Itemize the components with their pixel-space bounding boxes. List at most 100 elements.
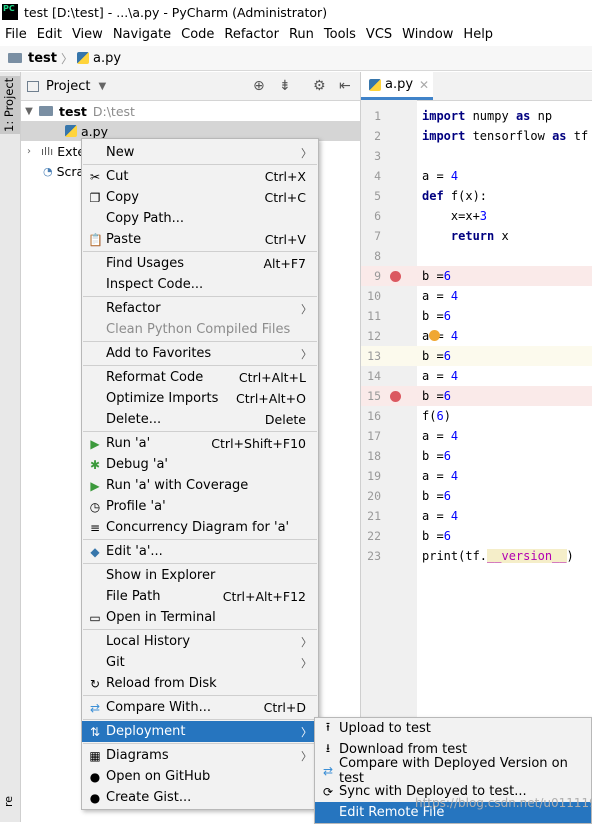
menu-item-paste[interactable]: 📋 Paste Ctrl+V [82, 229, 318, 250]
line-number[interactable]: 11 [361, 309, 381, 323]
menu-item-add-to-favorites[interactable]: Add to Favorites 〉 [82, 343, 318, 364]
menu-vcs[interactable]: VCS [366, 27, 392, 42]
menu-item-refactor[interactable]: Refactor 〉 [82, 298, 318, 319]
code-line[interactable]: 20 b =6 [361, 486, 592, 506]
code-line[interactable]: 7 return x [361, 226, 592, 246]
code-line[interactable]: 19 a = 4 [361, 466, 592, 486]
line-number[interactable]: 21 [361, 509, 381, 523]
expand-arrow-icon[interactable]: › [23, 146, 35, 157]
hide-panel-icon[interactable]: ⇤ [339, 78, 351, 94]
menu-item-run-a-with-coverage[interactable]: ▶ Run 'a' with Coverage [82, 475, 318, 496]
menu-item-show-in-explorer[interactable]: Show in Explorer [82, 565, 318, 586]
code-line[interactable]: 2 import tensorflow as tf [361, 126, 592, 146]
menu-item-run-a[interactable]: ▶ Run 'a' Ctrl+Shift+F10 [82, 433, 318, 454]
line-number[interactable]: 2 [361, 129, 381, 143]
menu-tools[interactable]: Tools [324, 27, 356, 42]
menu-file[interactable]: File [5, 27, 27, 42]
line-number[interactable]: 3 [361, 149, 381, 163]
code-line[interactable]: 6 x=x+3 [361, 206, 592, 226]
code-line[interactable]: 3 [361, 146, 592, 166]
menu-item-cut[interactable]: ✂ Cut Ctrl+X [82, 166, 318, 187]
breakpoint-icon[interactable] [390, 271, 401, 282]
menu-item-new[interactable]: New 〉 [82, 142, 318, 163]
breadcrumb-file[interactable]: a.py [93, 51, 121, 66]
menu-item-open-on-github[interactable]: ● Open on GitHub [82, 766, 318, 787]
line-number[interactable]: 4 [361, 169, 381, 183]
menu-item-copy[interactable]: ❐ Copy Ctrl+C [82, 187, 318, 208]
line-number[interactable]: 16 [361, 409, 381, 423]
menu-item-clean-python-compiled-files[interactable]: Clean Python Compiled Files [82, 319, 318, 340]
line-number[interactable]: 22 [361, 529, 381, 543]
code-line[interactable]: 10 a = 4 [361, 286, 592, 306]
code-line[interactable]: 12 a = 4 [361, 326, 592, 346]
menu-item-find-usages[interactable]: Find Usages Alt+F7 [82, 253, 318, 274]
code-line[interactable]: 23 print(tf.__version__) [361, 546, 592, 566]
line-number[interactable]: 5 [361, 189, 381, 203]
code-line[interactable]: 8 [361, 246, 592, 266]
line-number[interactable]: 12 [361, 329, 381, 343]
code-line[interactable]: 17 a = 4 [361, 426, 592, 446]
submenu-item-upload-to-test[interactable]: ⭱ Upload to test [315, 718, 591, 739]
line-number[interactable]: 19 [361, 469, 381, 483]
menu-item-reformat-code[interactable]: Reformat Code Ctrl+Alt+L [82, 367, 318, 388]
menu-help[interactable]: Help [463, 27, 493, 42]
code-line[interactable]: 4 a = 4 [361, 166, 592, 186]
menu-item-local-history[interactable]: Local History 〉 [82, 631, 318, 652]
line-number[interactable]: 8 [361, 249, 381, 263]
line-number[interactable]: 13 [361, 349, 381, 363]
code-line[interactable]: 13 b =6 [361, 346, 592, 366]
code-line[interactable]: 16 f(6) [361, 406, 592, 426]
line-number[interactable]: 1 [361, 109, 381, 123]
menu-item-edit-a[interactable]: ◆ Edit 'a'... [82, 541, 318, 562]
menu-item-profile-a[interactable]: ◷ Profile 'a' [82, 496, 318, 517]
submenu-item-compare-with-deployed-version-on-test[interactable]: ⇄ Compare with Deployed Version on test [315, 756, 591, 786]
menu-item-concurrency-diagram-for-a[interactable]: ≡ Concurrency Diagram for 'a' [82, 517, 318, 538]
line-number[interactable]: 17 [361, 429, 381, 443]
menu-navigate[interactable]: Navigate [113, 27, 171, 42]
project-tool-tab[interactable]: 1: Project [0, 76, 20, 134]
menu-view[interactable]: View [72, 27, 103, 42]
project-view-selector[interactable]: Project ▼ [27, 79, 106, 94]
menu-item-file-path[interactable]: File Path Ctrl+Alt+F12 [82, 586, 318, 607]
expand-arrow-icon[interactable]: ▼ [23, 106, 35, 117]
line-number[interactable]: 9 [361, 269, 381, 283]
code-line[interactable]: 14 a = 4 [361, 366, 592, 386]
code-line[interactable]: 5 def f(x): [361, 186, 592, 206]
menu-run[interactable]: Run [289, 27, 314, 42]
line-number[interactable]: 14 [361, 369, 381, 383]
menu-window[interactable]: Window [402, 27, 453, 42]
menu-refactor[interactable]: Refactor [224, 27, 279, 42]
line-number[interactable]: 20 [361, 489, 381, 503]
menu-item-create-gist[interactable]: ● Create Gist... [82, 787, 318, 808]
menu-item-compare-with[interactable]: ⇄ Compare With... Ctrl+D [82, 697, 318, 718]
line-number[interactable]: 6 [361, 209, 381, 223]
code-line[interactable]: 1 import numpy as np [361, 106, 592, 126]
breakpoint-icon[interactable] [390, 391, 401, 402]
line-number[interactable]: 15 [361, 389, 381, 403]
line-number[interactable]: 7 [361, 229, 381, 243]
menu-item-deployment[interactable]: ⇅ Deployment 〉 [82, 721, 318, 742]
line-number[interactable]: 18 [361, 449, 381, 463]
code-line[interactable]: 9 b =6 [361, 266, 592, 286]
code-line[interactable]: 11 b =6 [361, 306, 592, 326]
breadcrumb-project[interactable]: test [28, 51, 57, 66]
menu-item-diagrams[interactable]: ▦ Diagrams 〉 [82, 745, 318, 766]
menu-item-optimize-imports[interactable]: Optimize Imports Ctrl+Alt+O [82, 388, 318, 409]
gear-icon[interactable]: ⚙ [313, 78, 326, 94]
menu-item-open-in-terminal[interactable]: ▭ Open in Terminal [82, 607, 318, 628]
menu-item-delete[interactable]: Delete... Delete [82, 409, 318, 430]
collapse-all-icon[interactable]: ⇟ [279, 78, 291, 94]
line-number[interactable]: 23 [361, 549, 381, 563]
menu-item-debug-a[interactable]: ✱ Debug 'a' [82, 454, 318, 475]
menu-item-inspect-code[interactable]: Inspect Code... [82, 274, 318, 295]
code-line[interactable]: 22 b =6 [361, 526, 592, 546]
menu-item-git[interactable]: Git 〉 [82, 652, 318, 673]
intention-bulb-icon[interactable] [429, 330, 440, 341]
code-line[interactable]: 21 a = 4 [361, 506, 592, 526]
menu-item-reload-from-disk[interactable]: ↻ Reload from Disk [82, 673, 318, 694]
code-line[interactable]: 18 b =6 [361, 446, 592, 466]
tree-item-project-root[interactable]: ▼ test D:\test [21, 101, 360, 121]
menu-edit[interactable]: Edit [37, 27, 62, 42]
locate-icon[interactable]: ⊕ [253, 78, 265, 94]
code-line[interactable]: 15 b =6 [361, 386, 592, 406]
